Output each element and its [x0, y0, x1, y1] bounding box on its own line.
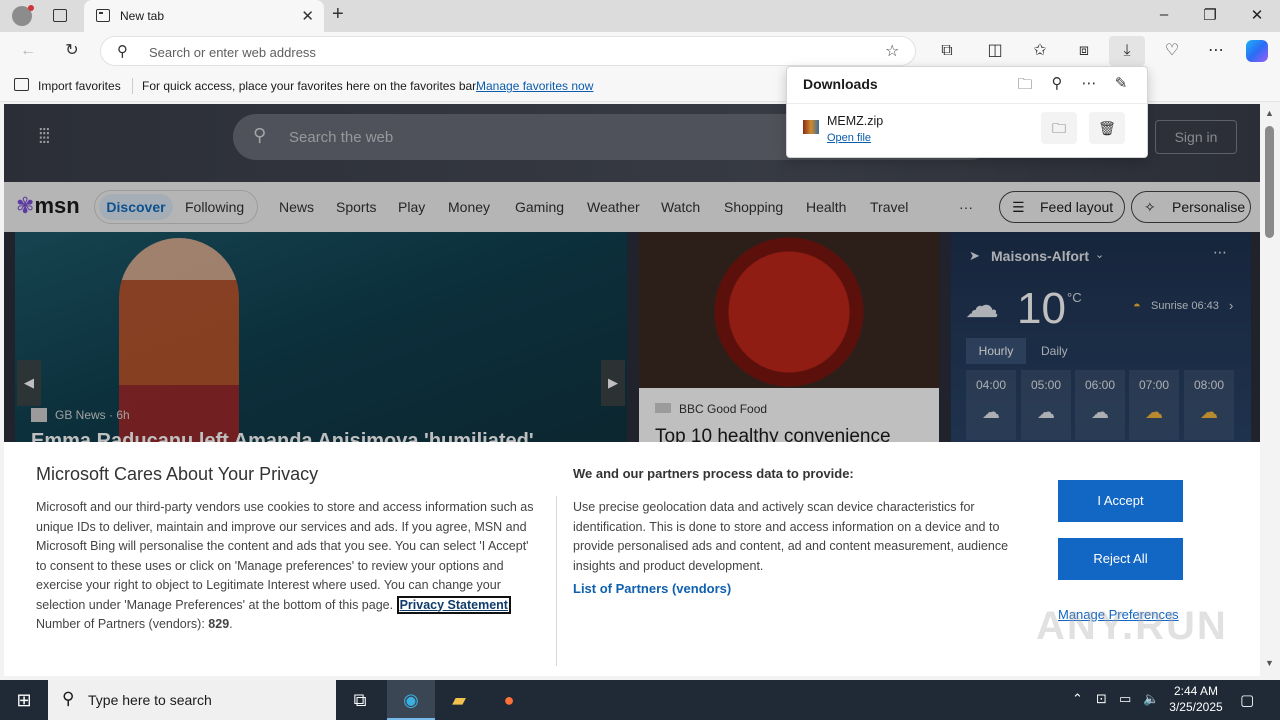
- settings-more-icon[interactable]: ⋯: [1205, 40, 1227, 62]
- search-icon: ⚲: [117, 43, 128, 60]
- back-icon[interactable]: ←: [17, 40, 39, 62]
- newtab-page-icon: [96, 9, 110, 22]
- pin-icon[interactable]: ✎: [1111, 74, 1131, 92]
- privacy-right-body: Use precise geolocation data and activel…: [573, 500, 1009, 573]
- minimize-icon[interactable]: –: [1154, 6, 1174, 23]
- file-explorer-icon[interactable]: ▰: [435, 680, 483, 720]
- new-tab-button[interactable]: +: [332, 3, 344, 26]
- scroll-down-icon[interactable]: ▼: [1265, 658, 1274, 668]
- open-folder-icon[interactable]: 🗀: [1015, 74, 1035, 99]
- delete-icon[interactable]: 🗑: [1089, 112, 1125, 144]
- downloads-panel: Downloads 🗀 ⚲ ⋯ ✎ MEMZ.zip Open file 🗀 🗑: [786, 66, 1148, 158]
- split-screen-icon[interactable]: ◫: [984, 40, 1006, 62]
- network-icon[interactable]: ▭: [1119, 691, 1131, 707]
- tray-overflow-icon[interactable]: ⌃: [1072, 691, 1083, 707]
- taskbar-search[interactable]: ⚲ Type here to search: [48, 680, 336, 720]
- page-scrollbar[interactable]: ▲ ▼: [1260, 104, 1280, 676]
- watermark: ANY.RUN: [1036, 604, 1228, 648]
- collections-icon[interactable]: ⧈: [1073, 40, 1095, 62]
- favbar-divider: [132, 78, 133, 94]
- favorites-icon[interactable]: ✩: [1029, 40, 1051, 62]
- privacy-statement-link[interactable]: Privacy Statement: [396, 595, 511, 614]
- notification-dot-icon: [28, 5, 34, 11]
- extensions-icon[interactable]: ⧉: [936, 40, 958, 62]
- scroll-thumb[interactable]: [1265, 126, 1274, 238]
- edge-app-icon[interactable]: ◉: [387, 680, 435, 720]
- clock-time: 2:44 AM: [1173, 684, 1219, 698]
- address-bar[interactable]: ⚲ Search or enter web address ☆: [100, 36, 916, 66]
- open-file-link[interactable]: Open file: [827, 132, 871, 144]
- privacy-right-title: We and our partners process data to prov…: [573, 466, 854, 481]
- tray-device-icon[interactable]: ⊡: [1096, 691, 1107, 707]
- title-bar: New tab ✕ + – ❐ ✕: [0, 0, 1280, 32]
- refresh-icon[interactable]: ↻: [61, 40, 83, 62]
- firefox-icon[interactable]: ●: [485, 680, 533, 720]
- close-tab-icon[interactable]: ✕: [301, 7, 314, 25]
- favorite-star-icon[interactable]: ☆: [885, 41, 899, 61]
- clock[interactable]: 2:44 AM 3/25/2025: [1168, 683, 1224, 715]
- scroll-up-icon[interactable]: ▲: [1265, 108, 1274, 118]
- partners-count-label: Number of Partners (vendors):: [36, 617, 205, 631]
- close-window-icon[interactable]: ✕: [1247, 6, 1267, 24]
- volume-icon[interactable]: 🔈: [1143, 691, 1159, 707]
- privacy-body: Microsoft and our third-party vendors us…: [36, 500, 534, 612]
- browser-toolbar: ← ↻ ⚲ Search or enter web address ☆ ⧉ ◫ …: [0, 32, 1280, 70]
- tab-title: New tab: [120, 9, 165, 23]
- downloads-title: Downloads: [803, 76, 878, 92]
- download-item[interactable]: MEMZ.zip Open file 🗀 🗑: [787, 103, 1147, 157]
- copilot-icon[interactable]: [1246, 40, 1268, 62]
- clock-date: 3/25/2025: [1169, 700, 1223, 714]
- taskbar: ⊞ ⚲ Type here to search ⧉ ◉ ▰ ● ⌃ ⊡ ▭ 🔈 …: [0, 680, 1280, 720]
- download-file-name: MEMZ.zip: [827, 114, 884, 128]
- reject-all-button[interactable]: Reject All: [1058, 538, 1183, 580]
- downloads-more-icon[interactable]: ⋯: [1079, 74, 1099, 92]
- restore-icon[interactable]: ❐: [1200, 6, 1220, 24]
- show-in-folder-icon[interactable]: 🗀: [1041, 112, 1077, 144]
- manage-favorites-link[interactable]: Manage favorites now: [476, 79, 593, 93]
- start-windows-icon[interactable]: ⊞: [0, 680, 48, 720]
- taskbar-search-icon: ⚲: [62, 689, 75, 708]
- tab-new-tab[interactable]: New tab ✕: [84, 0, 324, 32]
- privacy-divider: [556, 496, 557, 666]
- notifications-icon[interactable]: ▢: [1240, 691, 1254, 709]
- task-view-icon[interactable]: ⧉: [336, 680, 384, 720]
- search-downloads-icon[interactable]: ⚲: [1047, 74, 1067, 92]
- privacy-body-container: Microsoft and our third-party vendors us…: [36, 500, 534, 631]
- zip-file-icon: [803, 120, 819, 134]
- partners-count: 829: [208, 617, 230, 631]
- tab-actions-icon[interactable]: [53, 9, 67, 22]
- address-placeholder: Search or enter web address: [149, 45, 316, 60]
- taskbar-search-placeholder: Type here to search: [88, 692, 212, 708]
- favorites-bar-message: For quick access, place your favorites h…: [142, 79, 479, 93]
- downloads-icon[interactable]: ⤓: [1109, 36, 1145, 66]
- list-of-partners-link[interactable]: List of Partners (vendors): [573, 581, 731, 596]
- accept-button[interactable]: I Accept: [1058, 480, 1183, 522]
- browser-essentials-icon[interactable]: ♡: [1161, 40, 1183, 62]
- import-favorites-icon[interactable]: [14, 78, 29, 91]
- import-favorites-button[interactable]: Import favorites: [38, 79, 121, 93]
- privacy-title: Microsoft Cares About Your Privacy: [36, 464, 319, 484]
